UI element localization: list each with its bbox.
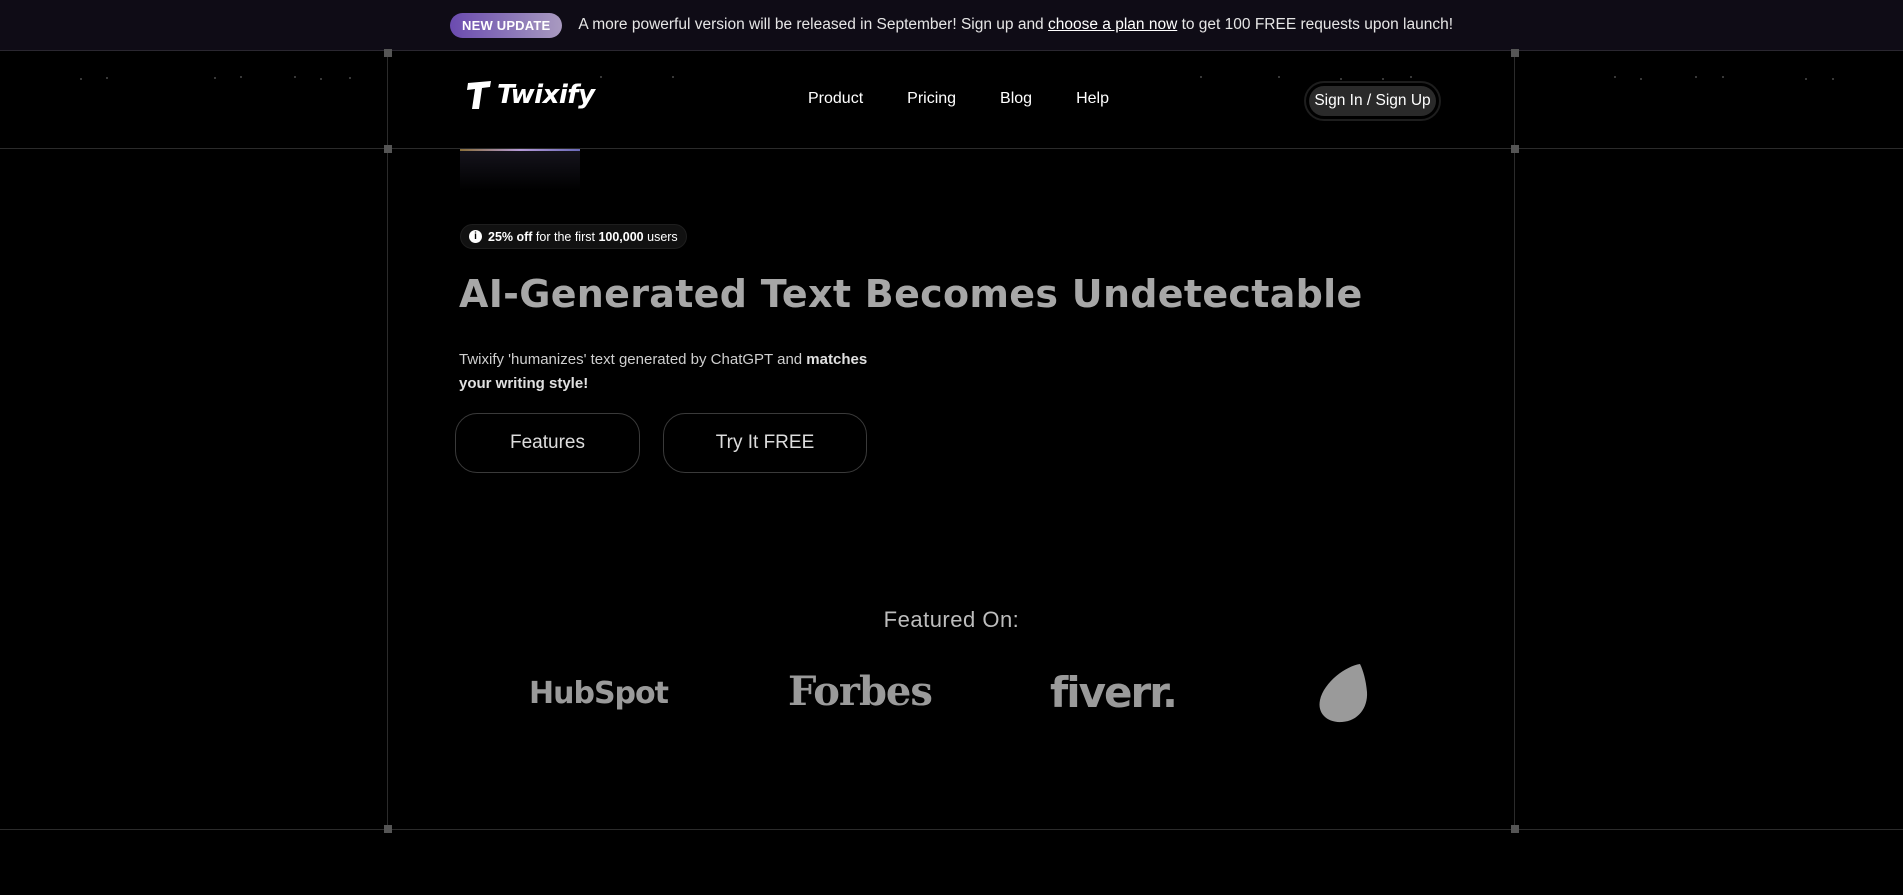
frame-line-bottom (0, 829, 1903, 830)
decorative-dot (1410, 76, 1412, 78)
discount-pill: i 25% off for the first 100,000 users (460, 224, 687, 249)
hubspot-logo: HubSpot (529, 676, 669, 711)
decorative-dot (1722, 76, 1724, 78)
frame-corner (384, 145, 392, 153)
frame-line-left (387, 52, 388, 829)
frame-line-header (0, 148, 1903, 149)
hero-desc-plain: Twixify 'humanizes' text generated by Ch… (459, 351, 807, 368)
signin-button[interactable]: Sign In / Sign Up (1304, 81, 1441, 121)
featured-title: Featured On: (883, 607, 1020, 632)
decorative-dot (80, 78, 82, 80)
decorative-dot (1695, 76, 1697, 78)
discount-count: 100,000 (598, 229, 644, 244)
decorative-dot (349, 77, 351, 79)
decorative-dot (1278, 76, 1280, 78)
hero-title: AI-Generated Text Becomes Undetectable (459, 272, 1363, 316)
dot-pattern (0, 76, 1903, 82)
decorative-dot (1640, 78, 1642, 80)
discount-end: users (643, 229, 678, 244)
decorative-dot (1614, 76, 1616, 78)
decorative-dot (240, 76, 242, 78)
main-nav: Product Pricing Blog Help (808, 90, 1153, 108)
twixify-logo[interactable]: Twixify (465, 80, 595, 110)
logo-text: Twixify (497, 80, 595, 110)
decorative-dot (294, 76, 296, 78)
nav-product[interactable]: Product (808, 90, 863, 108)
new-update-badge: NEW UPDATE (449, 12, 563, 38)
decorative-dot (106, 77, 108, 79)
frame-corner (384, 49, 392, 57)
discount-mid: for the first (532, 229, 599, 244)
announcement-text-before: A more powerful version will be released… (578, 16, 1048, 33)
decorative-dot (1200, 76, 1202, 78)
frame-corner (1511, 49, 1519, 57)
nav-blog[interactable]: Blog (1000, 90, 1032, 108)
announcement-bar: NEW UPDATE A more powerful version will … (0, 0, 1903, 51)
frame-corner (1511, 825, 1519, 833)
decorative-dot (600, 76, 602, 78)
decorative-dot (1832, 78, 1834, 80)
nav-help[interactable]: Help (1076, 90, 1109, 108)
choose-plan-link[interactable]: choose a plan now (1048, 16, 1177, 33)
info-icon: i (469, 230, 482, 243)
frame-line-right (1514, 52, 1515, 829)
hero-description: Twixify 'humanizes' text generated by Ch… (459, 348, 899, 396)
discount-percent: 25% off (488, 229, 533, 244)
features-button[interactable]: Features (455, 413, 640, 473)
announcement-text-after: to get 100 FREE requests upon launch! (1177, 16, 1453, 33)
frame-corner (1511, 145, 1519, 153)
try-free-button[interactable]: Try It FREE (663, 413, 867, 473)
fiverr-logo: fiverr. (1050, 668, 1178, 717)
envato-icon (1319, 664, 1368, 723)
twixify-logo-icon (467, 81, 491, 109)
decorative-dot (1340, 78, 1342, 80)
decorative-dot (1382, 78, 1384, 80)
decorative-dot (672, 76, 674, 78)
frame-corner (384, 825, 392, 833)
discount-text: 25% off for the first 100,000 users (488, 230, 678, 244)
forbes-logo: Forbes (788, 668, 933, 715)
indicator-glow (460, 151, 580, 191)
decorative-dot (1805, 78, 1807, 80)
signin-label: Sign In / Sign Up (1309, 86, 1436, 116)
decorative-dot (214, 77, 216, 79)
announcement-text: A more powerful version will be released… (578, 16, 1453, 34)
nav-pricing[interactable]: Pricing (907, 90, 956, 108)
decorative-dot (320, 78, 322, 80)
